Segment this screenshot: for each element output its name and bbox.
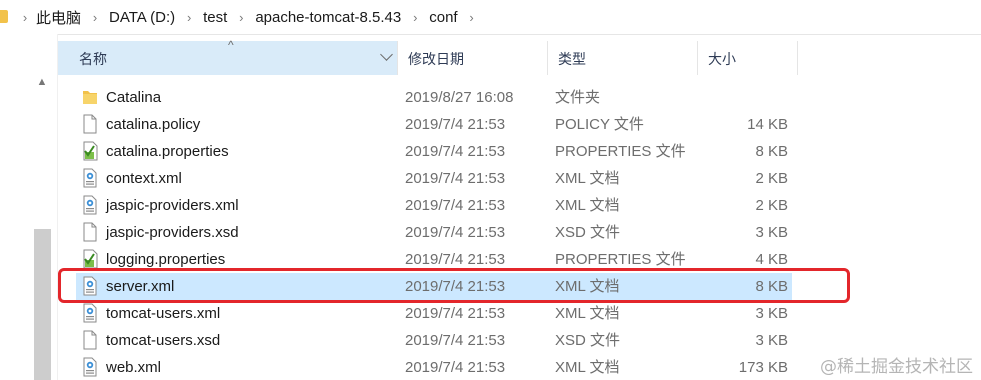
- file-name: catalina.policy: [106, 116, 201, 133]
- file-row[interactable]: context.xml 2019/7/4 21:53 XML 文档 2 KB: [76, 165, 792, 192]
- navigation-pane: ▲: [0, 34, 58, 380]
- pane-divider[interactable]: [57, 34, 58, 380]
- folder-icon: [0, 10, 8, 23]
- chevron-right-icon[interactable]: ›: [14, 10, 36, 25]
- file-row[interactable]: jaspic-providers.xml 2019/7/4 21:53 XML 文档…: [76, 192, 792, 219]
- xml-file-icon: [82, 357, 98, 377]
- file-name: tomcat-users.xsd: [106, 332, 221, 349]
- column-header-date[interactable]: 修改日期: [398, 41, 548, 75]
- file-row[interactable]: web.xml 2019/7/4 21:53 XML 文档 173 KB: [76, 354, 792, 380]
- breadcrumb-item-this-pc[interactable]: 此电脑: [36, 7, 81, 28]
- file-date: 2019/7/4 21:53: [405, 224, 506, 241]
- breadcrumb-item-test[interactable]: test: [203, 9, 227, 26]
- column-header-size[interactable]: 大小: [698, 41, 798, 75]
- column-header-name-label: 名称: [79, 51, 107, 67]
- file-date: 2019/7/4 21:53: [405, 170, 506, 187]
- address-bar[interactable]: › 此电脑 › DATA (D:) › test › apache-tomcat…: [0, 0, 981, 35]
- file-name: jaspic-providers.xsd: [106, 224, 239, 241]
- file-type: XML 文档: [555, 197, 620, 214]
- file-size: 3 KB: [755, 224, 788, 241]
- file-name: Catalina: [106, 89, 162, 106]
- file-type: XML 文档: [555, 305, 620, 322]
- chevron-down-icon[interactable]: [380, 48, 393, 61]
- scroll-up-arrow-icon[interactable]: ▲: [35, 76, 49, 88]
- file-type: XML 文档: [555, 359, 620, 376]
- breadcrumb: › 此电脑 › DATA (D:) › test › apache-tomcat…: [14, 0, 486, 34]
- file-explorer-window: › 此电脑 › DATA (D:) › test › apache-tomcat…: [0, 0, 981, 380]
- properties-file-icon: [82, 141, 98, 161]
- chevron-right-icon[interactable]: ›: [227, 10, 255, 25]
- folder-icon: [82, 87, 98, 107]
- file-name: web.xml: [106, 359, 162, 376]
- breadcrumb-item-tomcat[interactable]: apache-tomcat-8.5.43: [255, 9, 401, 26]
- chevron-right-icon[interactable]: ›: [81, 10, 109, 25]
- file-date: 2019/7/4 21:53: [405, 359, 506, 376]
- file-date: 2019/7/4 21:53: [405, 332, 506, 349]
- file-row[interactable]: tomcat-users.xsd 2019/7/4 21:53 XSD 文件 3 KB: [76, 327, 792, 354]
- file-date: 2019/8/27 16:08: [405, 89, 514, 106]
- sort-ascending-icon: ^: [228, 38, 234, 52]
- column-header-type[interactable]: 类型: [548, 41, 698, 75]
- file-name: jaspic-providers.xml: [106, 197, 239, 214]
- file-size: 2 KB: [755, 170, 788, 187]
- file-name: tomcat-users.xml: [106, 305, 221, 322]
- properties-file-icon: [82, 249, 98, 269]
- file-type: XML 文档: [555, 170, 620, 187]
- file-type: PROPERTIES 文件: [555, 143, 686, 160]
- file-type: XSD 文件: [555, 224, 621, 241]
- chevron-right-icon[interactable]: ›: [458, 10, 486, 25]
- xml-file-icon: [82, 303, 98, 323]
- file-date: 2019/7/4 21:53: [405, 197, 506, 214]
- column-header-name[interactable]: ^ 名称: [58, 38, 398, 75]
- file-type: XSD 文件: [555, 332, 621, 349]
- file-size: 3 KB: [755, 305, 788, 322]
- xml-file-icon: [82, 195, 98, 215]
- file-row[interactable]: tomcat-users.xml 2019/7/4 21:53 XML 文档 3 KB: [76, 300, 792, 327]
- file-date: 2019/7/4 21:53: [405, 143, 506, 160]
- file-row[interactable]: Catalina 2019/8/27 16:08 文件夹: [76, 84, 792, 111]
- watermark: @稀土掘金技术社区: [820, 357, 973, 377]
- file-name: context.xml: [106, 170, 182, 187]
- file-size: 2 KB: [755, 197, 788, 214]
- file-size: 14 KB: [747, 116, 788, 133]
- file-row[interactable]: catalina.policy 2019/7/4 21:53 POLICY 文件 14…: [76, 111, 792, 138]
- file-icon: [82, 114, 98, 134]
- file-type: 文件夹: [555, 89, 601, 106]
- file-size: 173 KB: [738, 359, 788, 376]
- file-row[interactable]: catalina.properties 2019/7/4 21:53 PROPERT…: [76, 138, 792, 165]
- file-size: 3 KB: [755, 332, 788, 349]
- chevron-right-icon[interactable]: ›: [401, 10, 429, 25]
- breadcrumb-item-data-drive[interactable]: DATA (D:): [109, 9, 175, 26]
- scrollbar-thumb[interactable]: [34, 229, 51, 380]
- breadcrumb-item-conf[interactable]: conf: [429, 9, 457, 26]
- file-icon: [82, 330, 98, 350]
- file-date: 2019/7/4 21:53: [405, 116, 506, 133]
- file-date: 2019/7/4 21:53: [405, 305, 506, 322]
- chevron-right-icon[interactable]: ›: [175, 10, 203, 25]
- xml-file-icon: [82, 168, 98, 188]
- file-type: POLICY 文件: [555, 116, 644, 133]
- column-header-row: ^ 名称 修改日期 类型 大小: [58, 38, 981, 75]
- file-name: catalina.properties: [106, 143, 229, 160]
- file-row[interactable]: jaspic-providers.xsd 2019/7/4 21:53 XSD 文件…: [76, 219, 792, 246]
- file-size: 8 KB: [755, 143, 788, 160]
- highlight-annotation: [58, 268, 850, 303]
- file-icon: [82, 222, 98, 242]
